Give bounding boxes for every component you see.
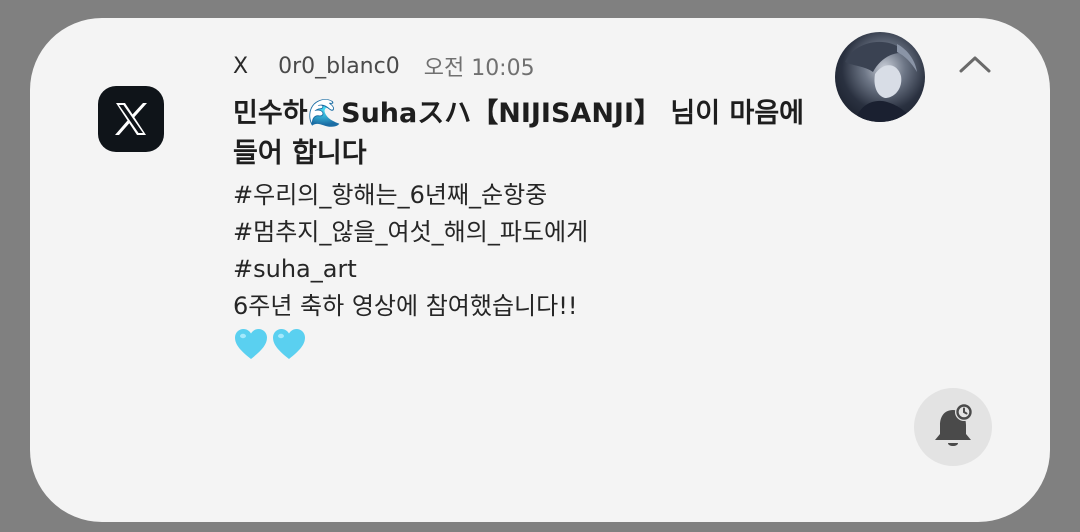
chevron-up-icon [959,56,991,73]
notification-body: #우리의_항해는_6년째_순항중 #멈추지_않을_여섯_해의_파도에게 #suh… [233,177,833,361]
light-blue-heart-icon [273,329,305,359]
body-line: #멈추지_않을_여섯_해의_파도에게 [233,218,589,246]
heart-emojis [233,327,833,361]
collapse-button[interactable] [952,46,998,82]
snooze-button[interactable] [914,388,992,466]
bell-snooze-icon [935,403,973,446]
body-line: #우리의_항해는_6년째_순항중 [233,181,548,209]
notification-card[interactable]: X 0r0_blanc0 오전 10:05 민수하🌊Suhaスハ【NIJISAN… [30,18,1050,522]
sender-name: 0r0_blanc0 [278,53,400,79]
light-blue-heart-icon [235,329,267,359]
app-name: X [233,53,249,79]
body-line: 6주년 축하 영상에 참여했습니다!! [233,292,578,320]
x-logo-icon [98,86,164,152]
notification-title: 민수하🌊Suhaスハ【NIJISANJI】 님이 마음에 들어 합니다 [233,98,805,169]
body-line: #suha_art [233,255,357,283]
notification-header: X 0r0_blanc0 오전 10:05 [233,48,535,84]
timestamp: 오전 10:05 [423,56,535,81]
avatar[interactable] [835,32,925,122]
